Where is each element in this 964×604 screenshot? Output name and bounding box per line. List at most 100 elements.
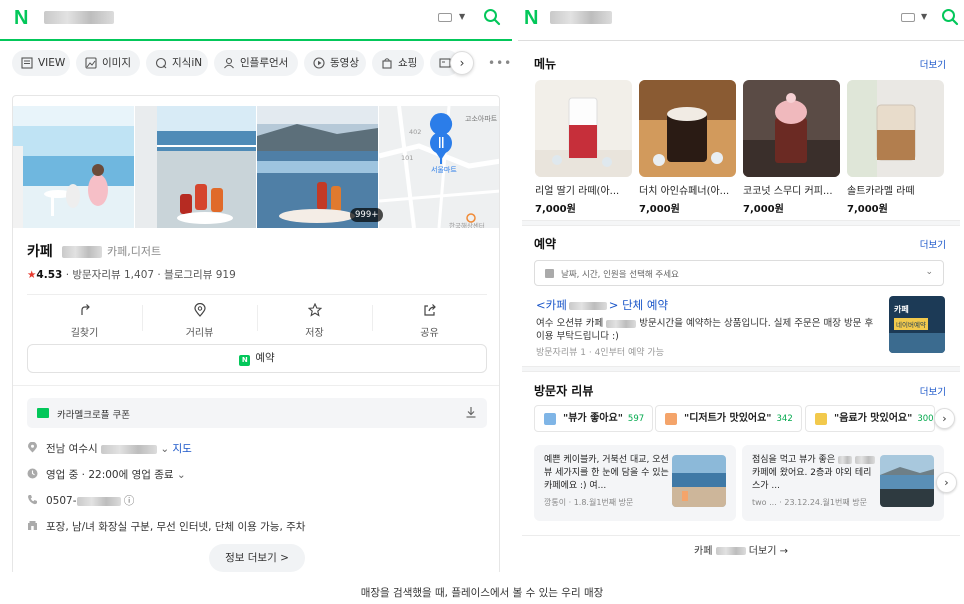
tab-view[interactable]: VIEW <box>12 50 70 76</box>
review-counts: · 방문자리뷰 1,407 · 블로그리뷰 919 <box>65 269 236 281</box>
phone-text[interactable]: 0507- <box>46 495 77 507</box>
tab-influencer[interactable]: 인플루언서 <box>214 50 298 76</box>
pin-icon <box>193 303 206 317</box>
tab-image[interactable]: 이미지 <box>76 50 140 76</box>
address-blurred <box>100 444 157 454</box>
naver-logo[interactable]: N <box>14 8 34 28</box>
caret-down-icon[interactable]: ▼ <box>459 12 465 21</box>
coupon-banner[interactable]: 카라멜크로플 쿠폰 <box>27 398 487 428</box>
reserve-select-placeholder: 날짜, 시간, 인원을 선택해 주세요 <box>561 270 679 280</box>
info-icon[interactable]: ⓘ <box>124 495 135 507</box>
map-label-a: 402 <box>409 128 422 136</box>
star-icon <box>307 303 322 317</box>
reserve-title-blurred <box>568 301 607 310</box>
tab-kin[interactable]: 지식iN <box>146 50 208 76</box>
bag-icon <box>382 58 392 69</box>
keyword-count: 300 <box>917 414 934 424</box>
review-card[interactable]: 예쁜 케이블카, 거북선 대교, 오션뷰 세가지를 한 눈에 담을 수 있는 카… <box>534 445 736 521</box>
caret-down-icon[interactable]: ▼ <box>921 12 927 21</box>
share-button[interactable]: 공유 <box>372 295 487 340</box>
search-header: N ▼ <box>518 0 964 41</box>
menu-item-name: 코코넛 스무디 커피... <box>743 186 833 197</box>
tab-view-label: VIEW <box>38 57 66 69</box>
tabs-next-button[interactable]: › <box>450 51 474 75</box>
more-dots-icon[interactable]: ••• <box>488 56 512 70</box>
directions-label: 길찾기 <box>70 328 99 339</box>
map-pin-label: 서울마트 <box>431 166 457 174</box>
photo-map[interactable]: 고소아파트 서울마트 402 101 한국해상센터 <box>379 106 499 228</box>
tab-shopping[interactable]: 쇼핑 <box>372 50 424 76</box>
search-query-blurred[interactable] <box>44 11 114 24</box>
rating-row[interactable]: ★4.53 · 방문자리뷰 1,407 · 블로그리뷰 919 <box>27 267 236 282</box>
view-emoji-icon <box>544 413 556 425</box>
menu-item[interactable]: 더치 아인슈페너(아... 7,000원 <box>639 80 736 215</box>
photo-strip[interactable]: 고소아파트 서울마트 402 101 한국해상센터 999+ <box>13 106 499 228</box>
menu-item-price: 7,000원 <box>847 204 888 215</box>
menu-section-title: 메뉴 <box>534 57 557 71</box>
review-thumbnail[interactable] <box>672 455 726 507</box>
share-icon <box>423 304 436 316</box>
more-place-suffix: 더보기 → <box>748 546 788 557</box>
search-icon[interactable] <box>483 8 501 26</box>
chevron-down-icon[interactable]: ⌄ <box>177 469 186 481</box>
keyboard-icon[interactable] <box>438 13 452 22</box>
reviews-next-button[interactable]: › <box>936 472 957 493</box>
clock-icon <box>27 468 38 479</box>
keyword-chip[interactable]: "음료가 맛있어요" 300 <box>805 405 935 432</box>
review-more-link[interactable]: 더보기 <box>920 384 946 398</box>
hours-text: 영업 중 · 22:00에 영업 종료 <box>46 469 174 481</box>
reserve-item-thumbnail[interactable]: 카페 네이버예약 <box>889 296 945 353</box>
photo-2[interactable] <box>135 106 256 228</box>
review-card[interactable]: 점심을 먹고 뷰가 좋은 카페에 왔어요. 2층과 야외 테리스가 ... tw… <box>742 445 944 521</box>
keyword-chip[interactable]: "디저트가 맛있어요" 342 <box>655 405 802 432</box>
reserve-desc-blurred <box>606 319 637 328</box>
menu-item-image[interactable] <box>639 80 736 177</box>
tab-image-label: 이미지 <box>102 57 131 69</box>
thumb-title: 카페 <box>894 305 909 314</box>
review-blurred <box>837 455 852 464</box>
directions-button[interactable]: 길찾기 <box>27 295 142 340</box>
menu-item[interactable]: 코코넛 스무디 커피... 7,000원 <box>743 80 840 215</box>
save-button[interactable]: 저장 <box>257 295 372 340</box>
review-blurred <box>854 455 875 464</box>
photo-1[interactable] <box>13 106 134 228</box>
reserve-desc-prefix: 여수 오션뷰 카페 <box>536 318 604 329</box>
keyboard-icon[interactable] <box>901 13 915 22</box>
menu-item[interactable]: 솔트카라멜 라떼 7,000원 <box>847 80 944 215</box>
menu-item-image[interactable] <box>535 80 632 177</box>
tab-video[interactable]: 동영상 <box>304 50 366 76</box>
streetview-button[interactable]: 거리뷰 <box>142 295 257 340</box>
reserve-more-link[interactable]: 더보기 <box>920 237 946 251</box>
keyword-chip[interactable]: "뷰가 좋아요" 597 <box>534 405 654 432</box>
menu-more-link[interactable]: 더보기 <box>920 57 946 71</box>
more-info-button[interactable]: 정보 더보기 > <box>209 544 305 572</box>
reserve-button[interactable]: N 예약 <box>27 344 487 373</box>
search-query-blurred[interactable] <box>550 11 612 24</box>
reserve-date-select[interactable]: 날짜, 시간, 인원을 선택해 주세요 ⌄ <box>534 260 944 286</box>
menu-item-image[interactable] <box>847 80 944 177</box>
search-header: N ▼ <box>0 0 512 41</box>
keyword-count: 597 <box>627 414 645 424</box>
review-thumbnail[interactable] <box>880 455 934 507</box>
review-meta: 깡통이 · 1.8.월1번째 방문 <box>544 498 634 507</box>
place-category: 카페,디저트 <box>107 245 162 258</box>
amenities-text: 포장, 남/녀 화장실 구분, 무선 인터넷, 단체 이용 가능, 주차 <box>46 521 306 533</box>
download-icon[interactable] <box>465 406 477 418</box>
review-text-a: 점심을 먹고 뷰가 좋은 <box>752 455 836 465</box>
reserve-item-title[interactable]: <카페 > 단체 예약 <box>536 297 668 313</box>
more-place-prefix: 카페 <box>694 546 713 557</box>
menu-item[interactable]: 리얼 딸기 라떼(아... 7,000원 <box>535 80 632 215</box>
naver-logo[interactable]: N <box>524 8 544 28</box>
place-detail-panel: N ▼ 메뉴 더보기 리얼 딸기 라떼(아... 7,000원 더치 아인슈페너… <box>518 0 964 572</box>
map-link[interactable]: 지도 <box>172 443 191 455</box>
thumb-badge: 네이버예약 <box>894 318 928 330</box>
keywords-next-button[interactable]: › <box>934 408 955 429</box>
search-icon[interactable] <box>941 8 959 26</box>
place-name[interactable]: 카페 <box>27 241 102 261</box>
more-place-link[interactable]: 카페 더보기 → <box>522 535 960 567</box>
menu-item-image[interactable] <box>743 80 840 177</box>
address-text: 전남 여수시 <box>46 443 98 455</box>
reserve-label: 예약 <box>255 352 275 364</box>
photo-count-badge[interactable]: 999+ <box>350 208 384 222</box>
tab-influencer-label: 인플루언서 <box>240 57 289 69</box>
